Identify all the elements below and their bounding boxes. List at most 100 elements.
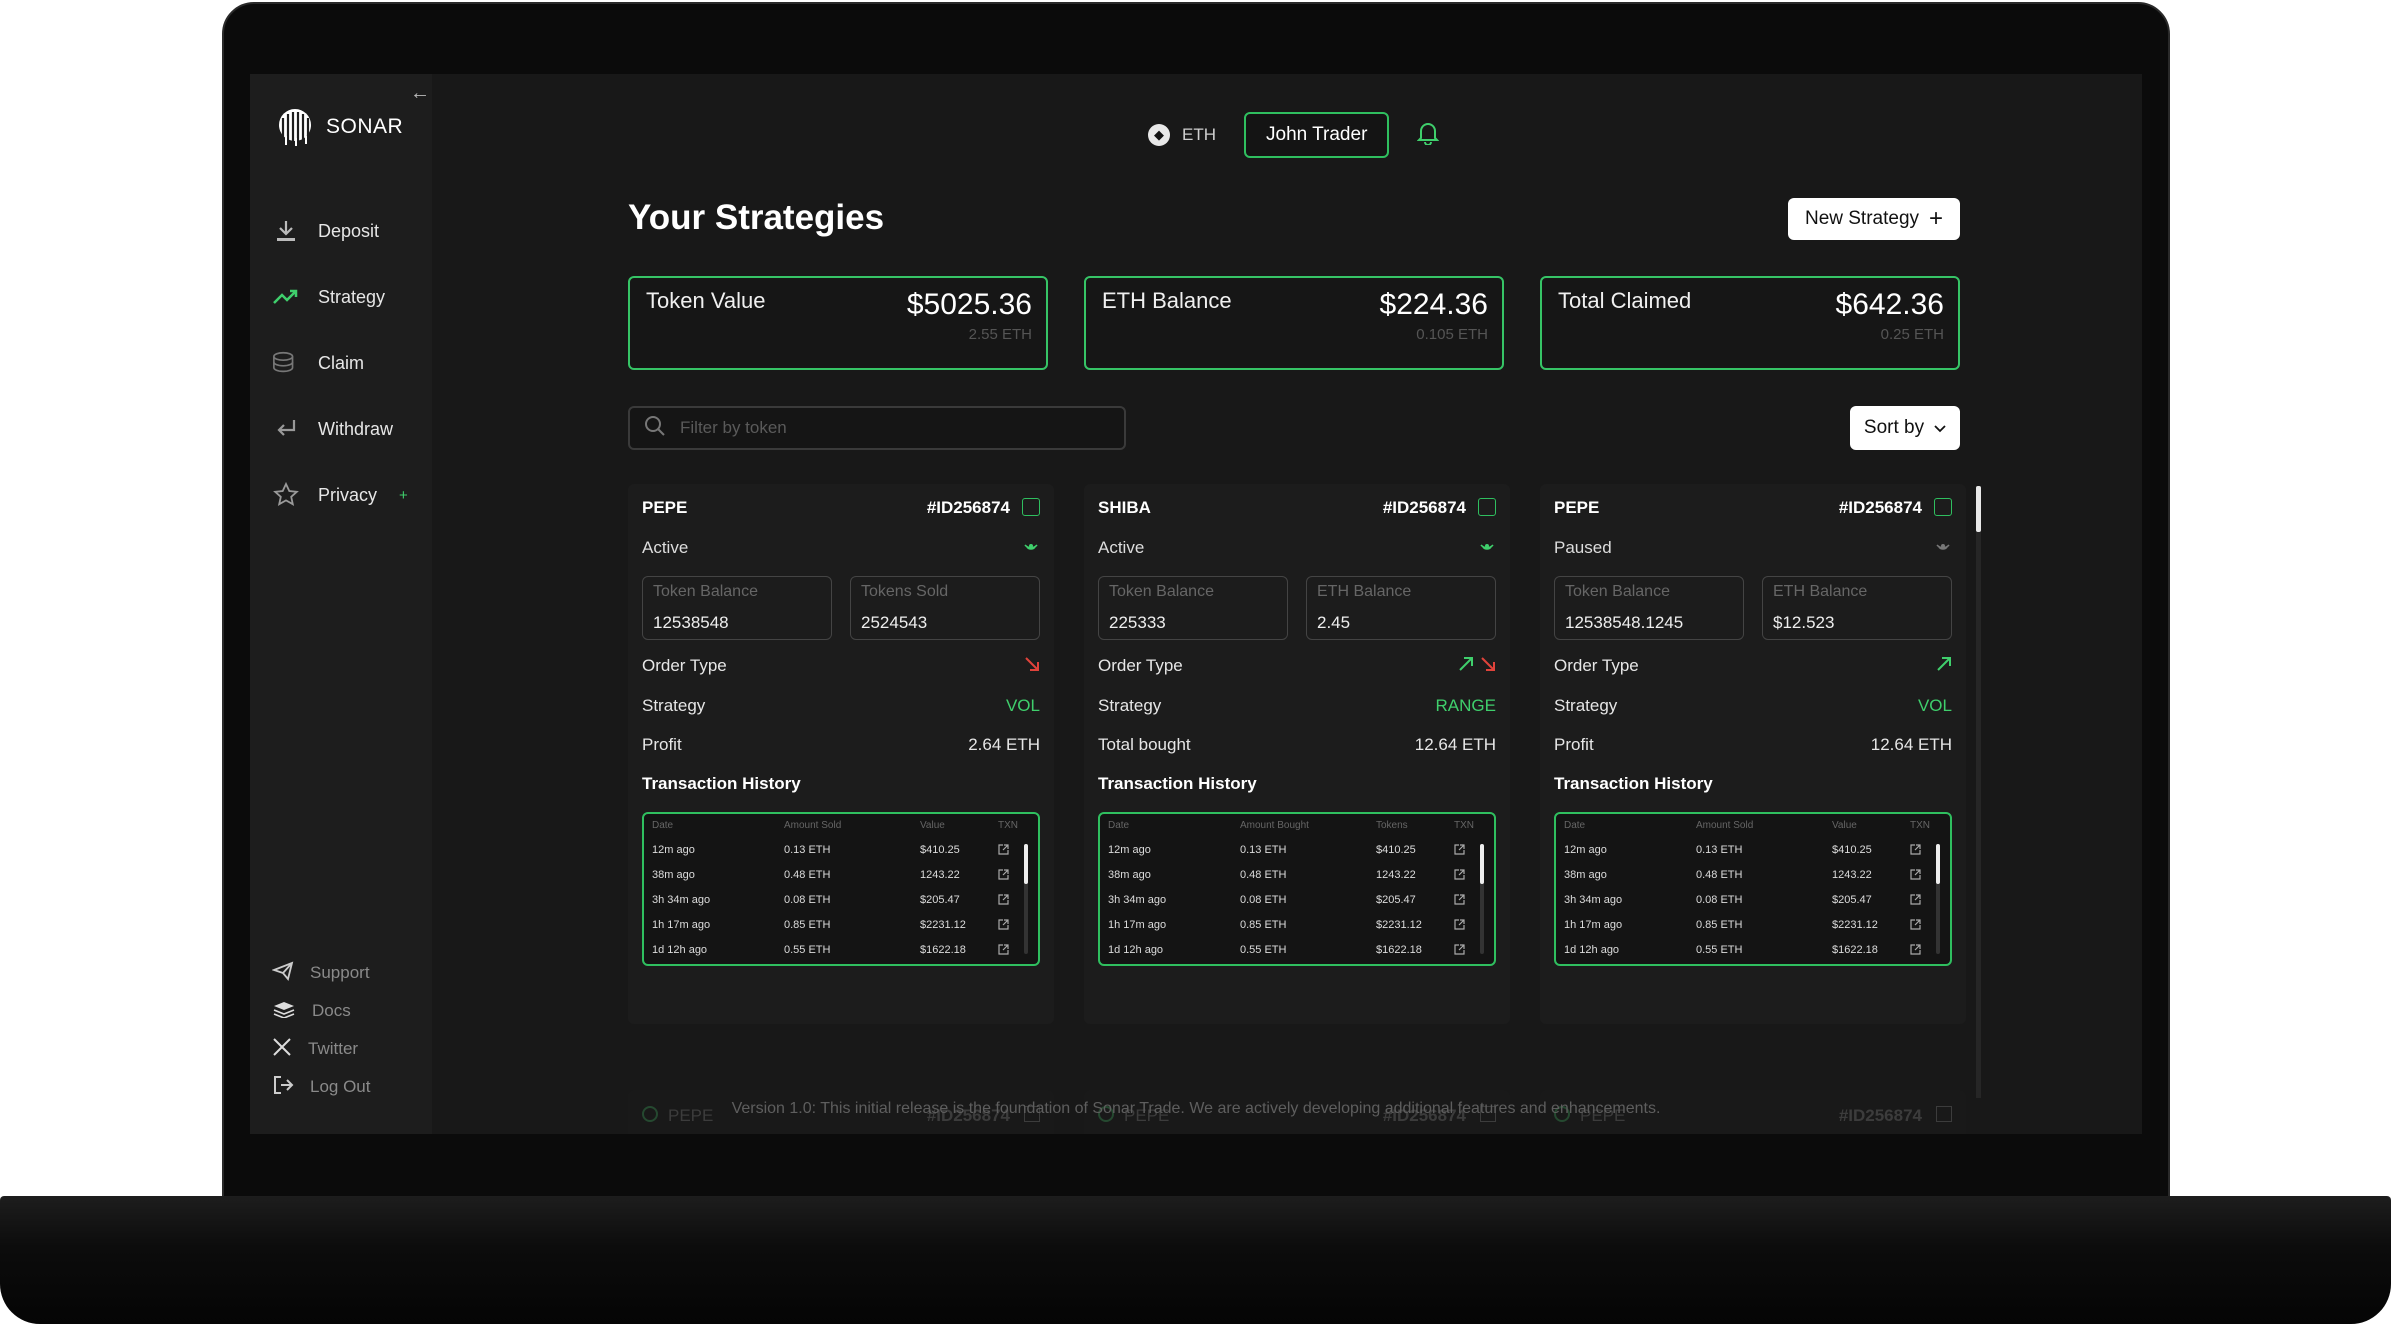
column-header: Date — [1108, 820, 1130, 831]
page-title: Your Strategies — [628, 198, 885, 237]
column-header: Tokens — [1376, 820, 1408, 831]
sidebar-item-support[interactable]: Support — [271, 954, 371, 992]
column-header: Amount Bought — [1240, 820, 1309, 831]
table-scroll-thumb[interactable] — [1936, 844, 1940, 884]
column-header: Value — [920, 820, 945, 831]
txn-value: $205.47 — [920, 894, 960, 906]
column-header: TXN — [998, 820, 1018, 831]
card-stat-box: ETH Balance $12.523 — [1762, 576, 1952, 640]
transaction-history-table[interactable]: Date Amount Sold Value TXN 12m ago 0.13 … — [642, 812, 1040, 966]
table-row: 1d 12h ago 0.55 ETH $1622.18 — [644, 944, 1038, 964]
table-row: 38m ago 0.48 ETH 1243.22 — [1556, 869, 1950, 894]
external-link-icon[interactable] — [1910, 944, 1921, 958]
transaction-history-table[interactable]: Date Amount Sold Value TXN 12m ago 0.13 … — [1554, 812, 1952, 966]
box-value: 2524543 — [861, 613, 928, 632]
order-type-icons — [1018, 656, 1040, 677]
strategy-card[interactable]: PEPE #ID256874 Active Token Balance 1253… — [628, 484, 1054, 1024]
footer-item-label: Docs — [312, 1001, 351, 1020]
strategy-card[interactable]: SHIBA #ID256874 Active Token Balance 225… — [1084, 484, 1510, 1024]
external-link-icon[interactable] — [1910, 919, 1921, 933]
user-account-button[interactable]: John Trader — [1244, 112, 1390, 158]
txn-amount: 0.55 ETH — [1240, 944, 1287, 956]
scroll-thumb[interactable] — [1976, 486, 1981, 532]
copy-id-icon[interactable] — [1022, 498, 1040, 516]
stat-sub-value: 2.55 ETH — [968, 326, 1032, 343]
txn-date: 1d 12h ago — [1564, 944, 1620, 956]
bell-icon[interactable] — [1416, 121, 1440, 150]
external-link-icon[interactable] — [1454, 844, 1465, 858]
external-link-icon[interactable] — [1454, 869, 1465, 883]
strategy-row: Strategy RANGE — [1098, 696, 1496, 718]
txn-value: $205.47 — [1376, 894, 1416, 906]
external-link-icon[interactable] — [1910, 894, 1921, 908]
sidebar-item-strategy[interactable]: Strategy — [272, 264, 408, 330]
transaction-history-table[interactable]: Date Amount Bought Tokens TXN 12m ago 0.… — [1098, 812, 1496, 966]
sidebar-item-privacy[interactable]: Privacy + — [272, 462, 408, 528]
txn-date: 3h 34m ago — [1108, 894, 1167, 906]
table-scroll-thumb[interactable] — [1024, 844, 1028, 884]
new-strategy-label: New Strategy — [1804, 208, 1920, 229]
copy-id-icon[interactable] — [1934, 498, 1952, 516]
table-row: 38m ago 0.48 ETH 1243.22 — [644, 869, 1038, 894]
external-link-icon[interactable] — [998, 844, 1009, 858]
sidebar-item-claim[interactable]: Claim — [272, 330, 408, 396]
txn-amount: 0.08 ETH — [1696, 894, 1743, 906]
txn-value: $2231.12 — [1376, 919, 1422, 931]
txn-value: $410.25 — [1376, 844, 1416, 856]
sidebar-item-withdraw[interactable]: Withdraw — [272, 396, 408, 462]
sidebar-item-docs[interactable]: Docs — [272, 992, 371, 1030]
external-link-icon[interactable] — [1454, 944, 1465, 958]
external-link-icon[interactable] — [998, 869, 1009, 883]
order-type-icons — [1452, 656, 1496, 677]
external-link-icon[interactable] — [1910, 869, 1921, 883]
sort-dropdown[interactable]: Sort by — [1850, 406, 1960, 450]
sort-label: Sort by — [1863, 417, 1925, 438]
external-link-icon[interactable] — [998, 919, 1009, 933]
txn-value: $410.25 — [920, 844, 960, 856]
metric-row: Profit 2.64 ETH — [642, 735, 1040, 757]
sidebar-footer: Support Docs Twitter Log Out — [271, 954, 371, 1106]
external-link-icon[interactable] — [998, 894, 1009, 908]
stat-sub-value: 0.25 ETH — [1880, 326, 1944, 343]
trend-up-icon — [272, 283, 300, 311]
sidebar-item-deposit[interactable]: Deposit — [272, 198, 408, 264]
footer-item-label: Twitter — [308, 1039, 359, 1058]
txn-date: 1h 17m ago — [1108, 919, 1167, 931]
filter-field[interactable] — [628, 406, 1126, 450]
txn-amount: 0.48 ETH — [784, 869, 831, 881]
brand-logo[interactable]: SONAR — [274, 108, 403, 146]
external-link-icon[interactable] — [998, 944, 1009, 958]
metric-row: Total bought 12.64 ETH — [1098, 735, 1496, 757]
coins-icon — [272, 349, 300, 377]
box-value: $12.523 — [1773, 613, 1835, 632]
logout-icon — [272, 1074, 294, 1101]
filter-input[interactable] — [678, 417, 1082, 439]
order-type-row: Order Type — [642, 656, 1040, 678]
arrow-left-icon[interactable]: ← — [410, 82, 430, 105]
txn-amount: 0.08 ETH — [784, 894, 831, 906]
row-label: Order Type — [1098, 656, 1183, 675]
box-label: Tokens Sold — [861, 583, 949, 600]
copy-id-icon[interactable] — [1478, 498, 1496, 516]
external-link-icon[interactable] — [1910, 844, 1921, 858]
txn-value: $2231.12 — [1832, 919, 1878, 931]
txn-date: 1d 12h ago — [1108, 944, 1164, 956]
external-link-icon[interactable] — [1454, 894, 1465, 908]
stat-value: $642.36 — [1835, 288, 1944, 321]
txn-value: 1243.22 — [1376, 869, 1416, 881]
new-strategy-button[interactable]: New Strategy + — [1788, 198, 1960, 240]
txn-date: 12m ago — [652, 844, 695, 856]
table-row: 3h 34m ago 0.08 ETH $205.47 — [644, 894, 1038, 919]
table-scroll-thumb[interactable] — [1480, 844, 1484, 884]
strategy-row: Strategy VOL — [1554, 696, 1952, 718]
privacy-badge: + — [399, 486, 408, 504]
scroll-track[interactable] — [1976, 486, 1981, 1098]
arrow-up-right-icon — [1458, 657, 1474, 676]
network-label[interactable]: ETH — [1182, 125, 1216, 145]
external-link-icon[interactable] — [1454, 919, 1465, 933]
strategy-card[interactable]: PEPE #ID256874 Paused Token Balance 1253… — [1540, 484, 1966, 1024]
sidebar-item-twitter[interactable]: Twitter — [272, 1030, 371, 1068]
eth-coin-icon: ◆ — [1148, 124, 1170, 146]
card-id: #ID256874 — [1838, 498, 1922, 517]
row-label: Strategy — [642, 696, 706, 715]
